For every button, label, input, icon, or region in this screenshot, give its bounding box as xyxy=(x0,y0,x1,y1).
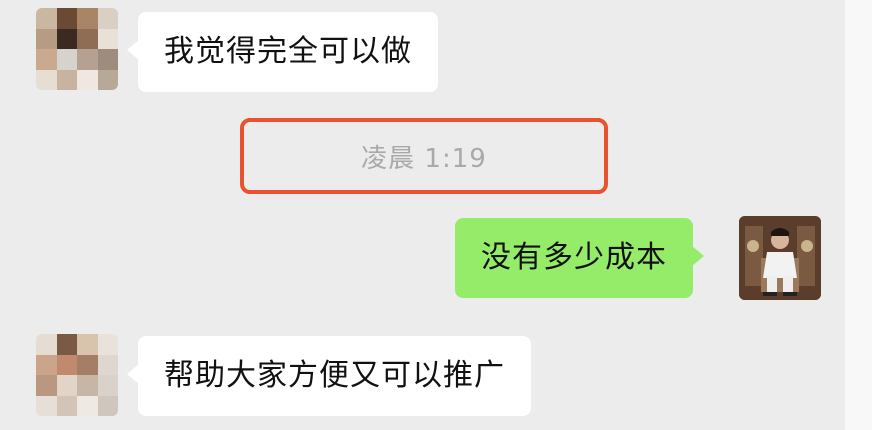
timestamp: 凌晨 1:19 xyxy=(361,143,487,174)
message-text: 没有多少成本 xyxy=(481,240,667,275)
side-panel-edge xyxy=(845,0,872,430)
chat-area: 我觉得完全可以做 凌晨 1:19 没有多少成本 帮助大家方便又可以推广 xyxy=(0,0,845,430)
pixelated-avatar xyxy=(36,334,118,416)
pixelated-avatar xyxy=(36,8,118,90)
my-avatar-icon[interactable] xyxy=(739,216,821,300)
message-text: 帮助大家方便又可以推广 xyxy=(164,358,505,393)
message-text: 我觉得完全可以做 xyxy=(164,34,412,69)
person-photo xyxy=(739,216,821,300)
contact-avatar-icon[interactable] xyxy=(36,334,118,416)
message-bubble-outgoing[interactable]: 没有多少成本 xyxy=(455,218,704,298)
message-bubble-incoming[interactable]: 我觉得完全可以做 xyxy=(127,12,438,92)
timestamp-highlight: 凌晨 1:19 xyxy=(240,118,608,194)
contact-avatar-icon[interactable] xyxy=(36,8,118,90)
message-bubble-incoming[interactable]: 帮助大家方便又可以推广 xyxy=(127,336,531,416)
